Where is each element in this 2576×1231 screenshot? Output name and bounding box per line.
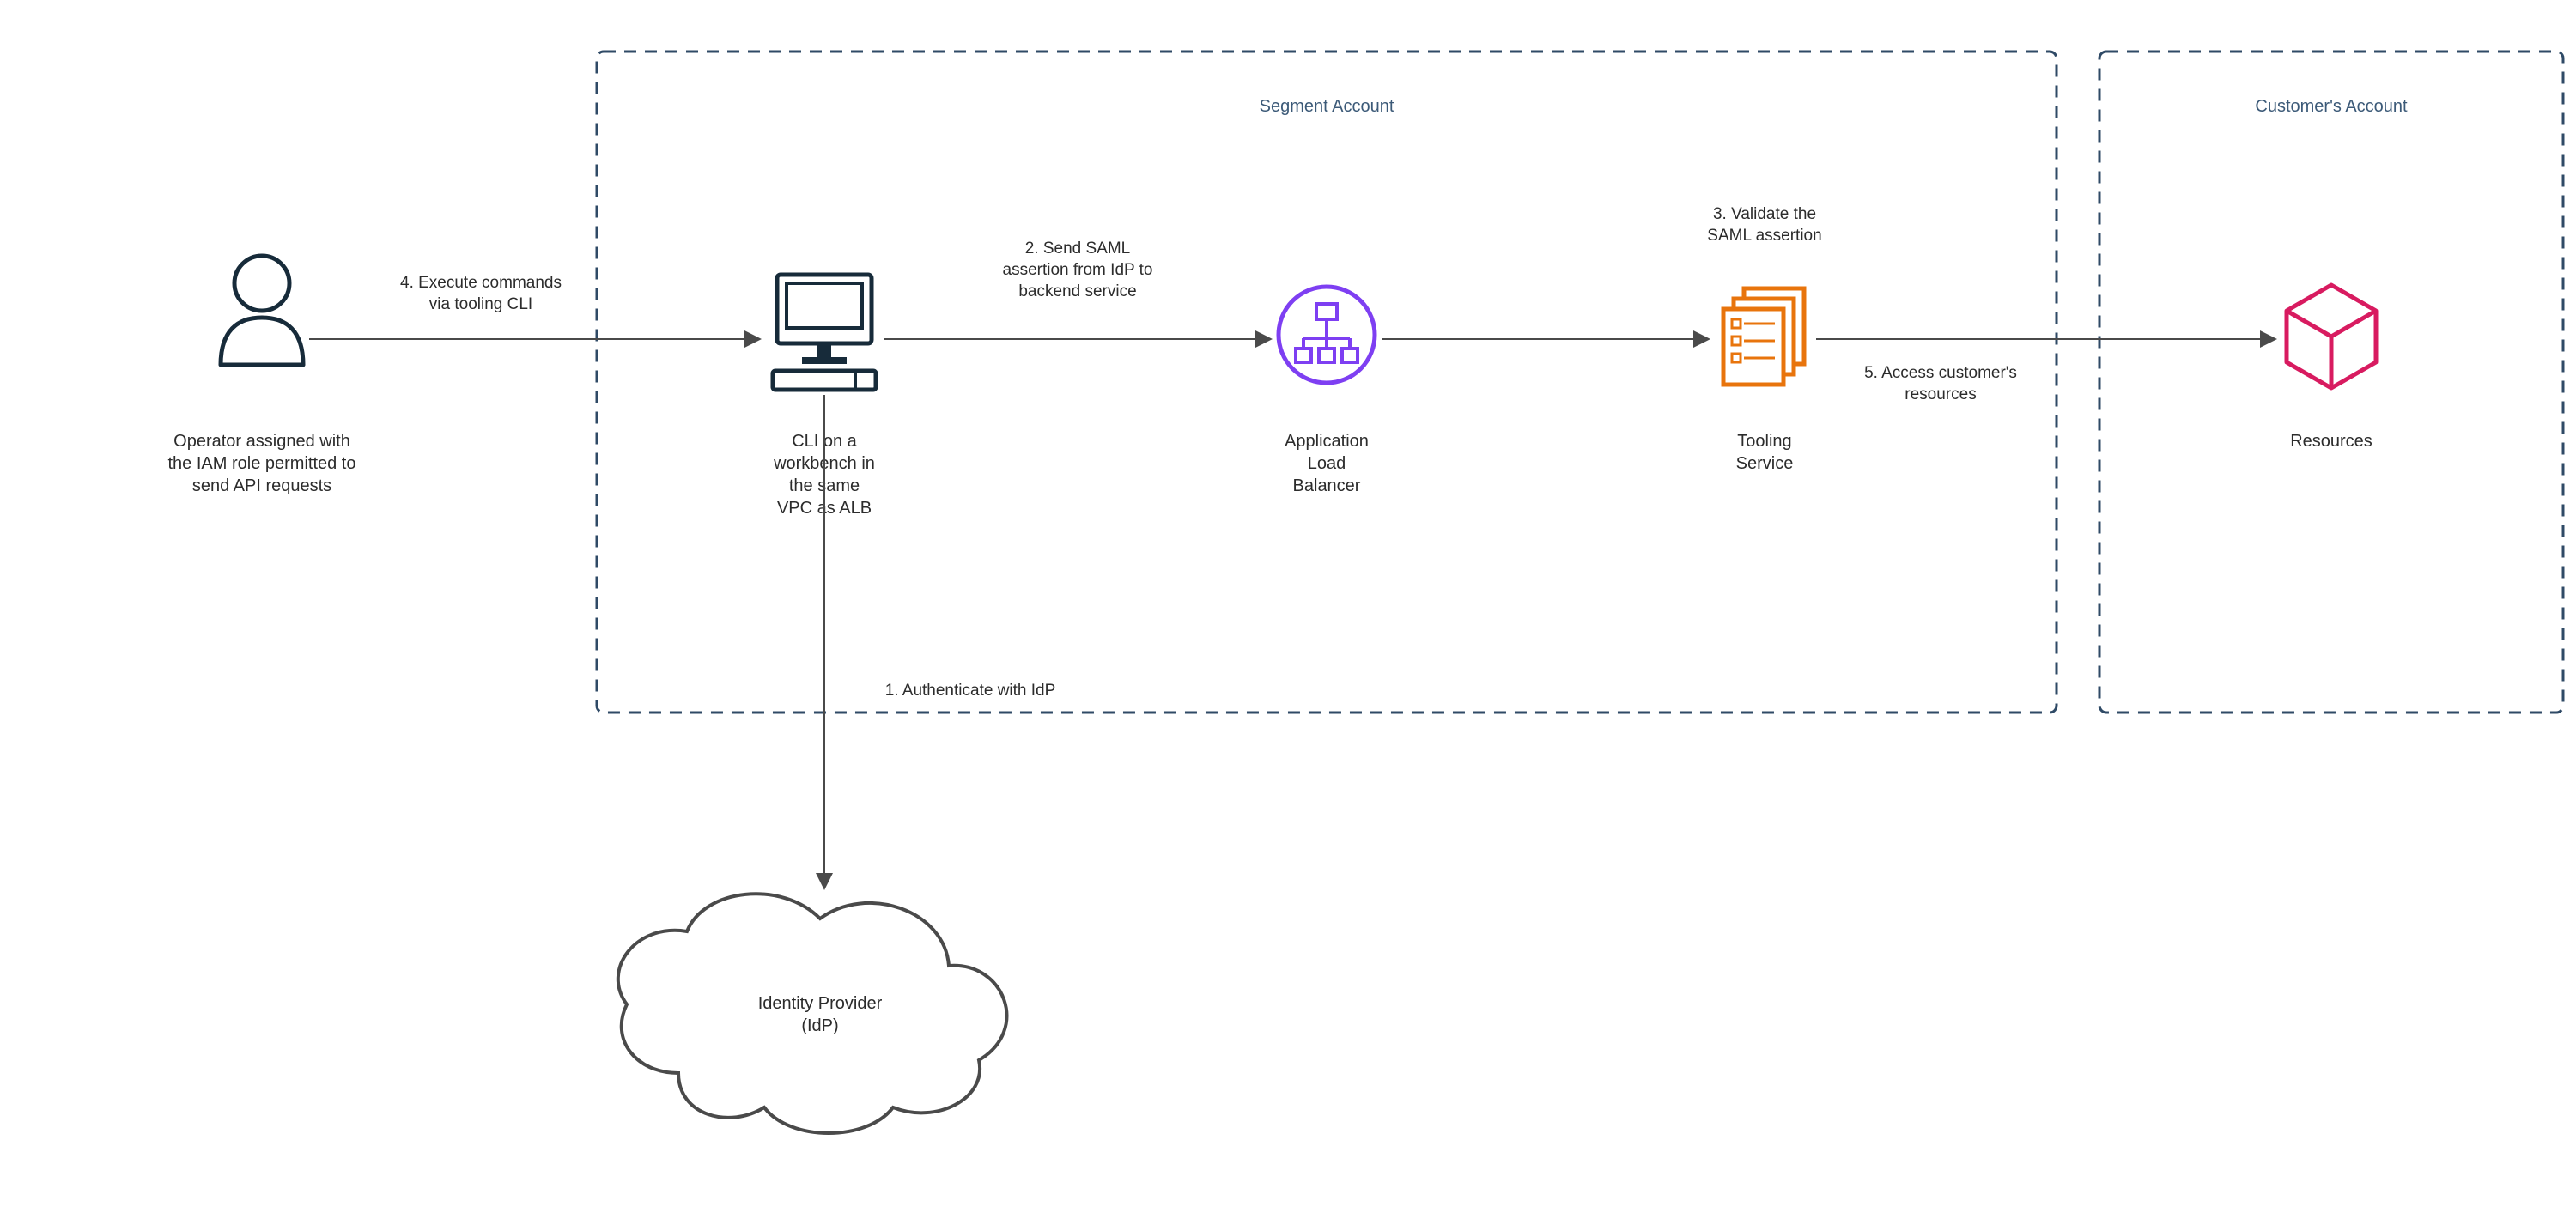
operator-label-line2: the IAM role permitted to [168, 454, 356, 473]
step2-label-line3: backend service [1018, 282, 1136, 300]
step4-label-line2: via tooling CLI [429, 295, 532, 313]
alb-icon [1279, 287, 1375, 383]
step3-label-line1: 3. Validate the [1713, 205, 1816, 223]
step5-label-line1: 5. Access customer's [1864, 364, 2017, 382]
step4-label-line1: 4. Execute commands [400, 274, 562, 292]
alb-label-line1: Application [1285, 432, 1369, 451]
operator-label-line1: Operator assigned with [173, 432, 350, 451]
step3-label-line2: SAML assertion [1707, 227, 1821, 245]
alb-label-line3: Balancer [1293, 476, 1361, 495]
tooling-label-line2: Service [1736, 454, 1794, 473]
cli-workstation-icon [773, 275, 876, 390]
idp-cloud-icon [618, 894, 1007, 1133]
alb-label-line2: Load [1308, 454, 1346, 473]
step2-label-line1: 2. Send SAML [1025, 240, 1131, 258]
idp-label-line1: Identity Provider [758, 994, 883, 1013]
step1-label: 1. Authenticate with IdP [885, 682, 1056, 700]
step5-label-line2: resources [1905, 385, 1976, 403]
tooling-service-icon [1723, 288, 1804, 385]
step2-label-line2: assertion from IdP to [1003, 261, 1153, 279]
segment-account-label: Segment Account [1260, 97, 1394, 116]
user-icon [221, 256, 303, 365]
operator-label-line3: send API requests [192, 476, 331, 495]
tooling-label-line1: Tooling [1737, 432, 1791, 451]
resources-cube-icon [2287, 285, 2376, 388]
resources-label: Resources [2290, 432, 2372, 451]
idp-label-line2: (IdP) [801, 1016, 838, 1035]
customer-account-label: Customer's Account [2255, 97, 2408, 116]
